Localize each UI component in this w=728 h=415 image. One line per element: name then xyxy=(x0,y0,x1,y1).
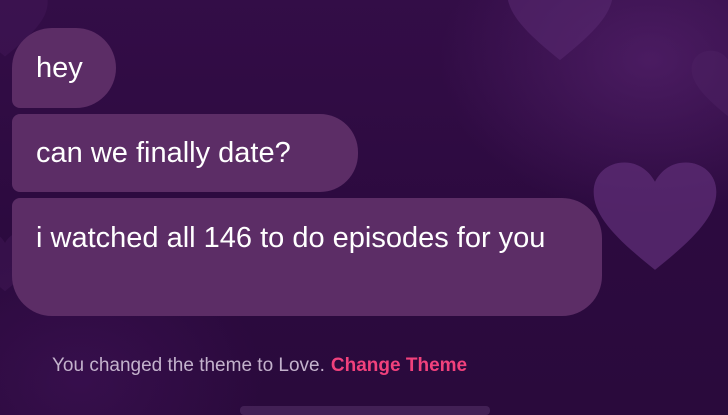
heart-icon xyxy=(507,0,613,61)
heart-icon xyxy=(593,162,717,270)
theme-change-notice: You changed the theme to Love. Change The… xyxy=(52,354,467,378)
message-text: can we finally date? xyxy=(36,137,291,169)
theme-change-text: You changed the theme to Love. xyxy=(52,355,325,376)
message-bubble[interactable]: can we finally date? xyxy=(12,114,358,192)
message-bubble[interactable]: i watched all 146 to do episodes for you xyxy=(12,198,602,316)
message-text: hey xyxy=(36,52,83,84)
change-theme-link[interactable]: Change Theme xyxy=(331,355,467,376)
heart-icon xyxy=(691,50,728,117)
bottom-fade xyxy=(240,406,490,415)
message-bubble[interactable]: hey xyxy=(12,28,116,108)
message-text: i watched all 146 to do episodes for you xyxy=(36,222,546,254)
